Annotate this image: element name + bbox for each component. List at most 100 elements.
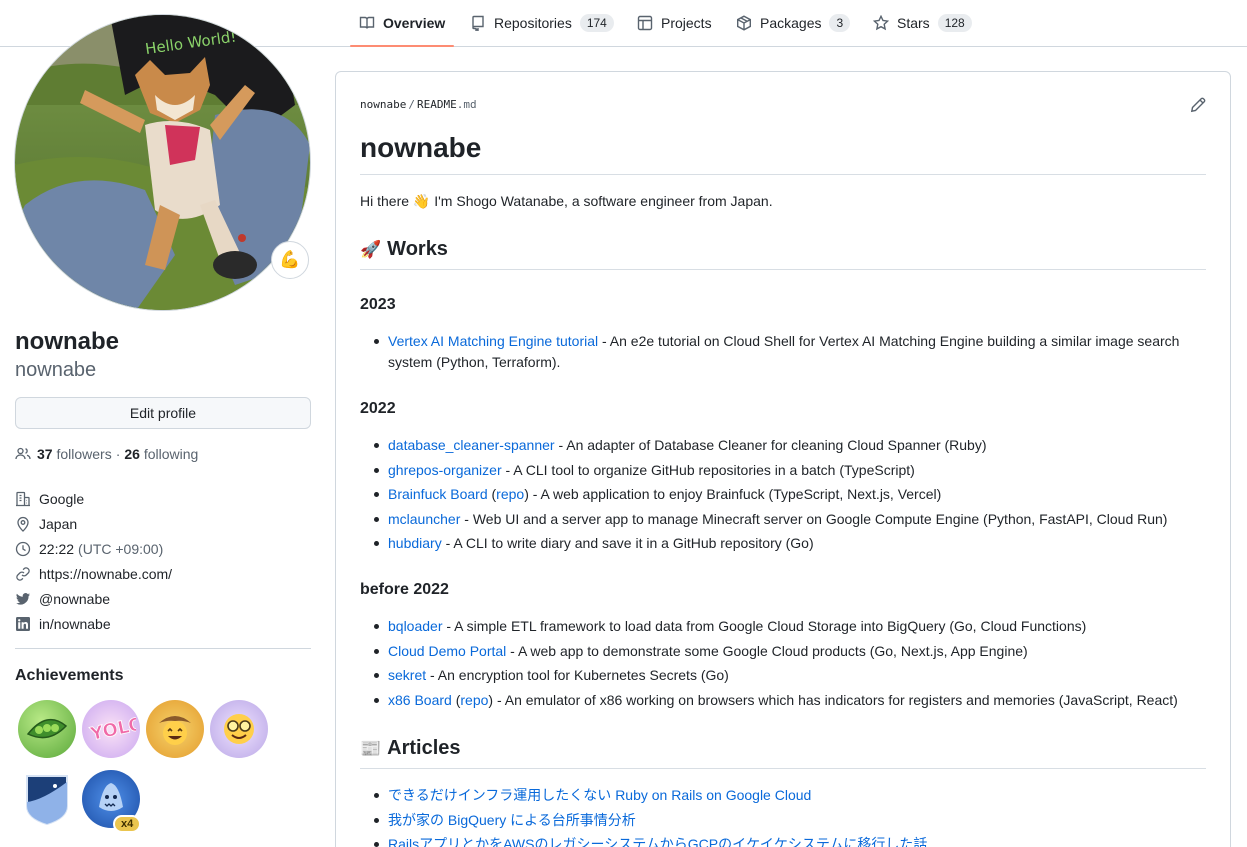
cowboy-face-icon [159,716,191,745]
achievement-yolo[interactable]: YOLO [82,700,140,758]
edit-profile-button[interactable]: Edit profile [15,397,311,429]
works-2022-list: database_cleaner-spanner - An adapter of… [360,435,1206,558]
intro-after: I'm Shogo Watanabe, a software engineer … [430,193,773,209]
article-link[interactable]: 我が家の BigQuery による台所事情分析 [388,812,636,828]
work-link[interactable]: Cloud Demo Portal [388,643,506,659]
sidebar-divider [15,648,311,649]
linkedin-icon [16,616,30,631]
organization-icon [16,491,30,506]
profile-twitter[interactable]: @nownabe [15,586,172,611]
linkedin-link[interactable]: in/nownabe [39,616,111,632]
timezone-text: (UTC +09:00) [78,540,164,557]
profile-website[interactable]: https://nownabe.com/ [15,561,172,586]
work-link[interactable]: x86 Board [388,692,452,708]
followers-link[interactable]: 37 followers [37,446,112,462]
tab-label: Projects [661,15,712,31]
work-link[interactable]: mclauncher [388,511,460,527]
star-icon [873,15,889,31]
works-2023-list: Vertex AI Matching Engine tutorial - An … [360,331,1206,377]
work-link[interactable]: Brainfuck Board [388,486,488,502]
arctic-vault-icon [26,775,68,826]
packages-counter: 3 [829,14,851,32]
readme-path-owner[interactable]: nownabe [360,98,406,111]
tab-repositories[interactable]: Repositories 174 [470,0,614,46]
readme-path-file[interactable]: README [417,98,457,111]
avatar-photo: Hello World! [15,15,310,310]
profile-fullname: nownabe [15,328,120,355]
articles-rule [360,768,1206,769]
list-item: 我が家の BigQuery による台所事情分析 [360,810,1206,831]
set-status-button[interactable]: 💪 [271,241,309,279]
work-link[interactable]: Vertex AI Matching Engine tutorial [388,333,598,349]
work-link[interactable]: bqloader [388,618,443,634]
work-desc: - A CLI to write diary and save it in a … [441,535,814,552]
work-desc: - An adapter of Database Cleaner for cle… [554,437,987,453]
repo-link[interactable]: repo [460,692,488,708]
readme-title: nownabe [360,132,482,163]
work-link[interactable]: database_cleaner-spanner [388,437,555,453]
profile-details: Google Japan 22:22 (UTC +09:00) https://… [15,486,172,636]
year-before-heading: before 2022 [360,581,449,598]
works-heading: 🚀 Works [360,238,448,261]
tab-label: Packages [760,15,822,31]
website-link[interactable]: https://nownabe.com/ [39,566,172,582]
avatar[interactable]: Hello World! [14,14,311,311]
works-before-list: bqloader - A simple ETL framework to loa… [360,616,1206,714]
people-icon [15,447,31,460]
profile-localtime: 22:22 (UTC +09:00) [15,536,172,561]
table-icon [637,15,653,31]
list-item: sekret - An encryption tool for Kubernet… [360,665,1206,686]
edit-readme-button[interactable] [1190,97,1206,113]
profile-location: Japan [15,511,172,536]
rocket-emoji: 🚀 [360,239,382,259]
list-item: Vertex AI Matching Engine tutorial - An … [360,331,1206,373]
work-link[interactable]: ghrepos-organizer [388,462,502,478]
achievement-starstruck[interactable] [146,700,204,758]
profile-username: nownabe [15,359,97,381]
readme-path-sep: / [408,98,415,111]
follow-stats: 37 followers · 26 following [15,446,198,462]
work-desc: - An encryption tool for Kubernetes Secr… [426,667,729,684]
achievement-quickdraw[interactable] [210,700,268,758]
work-link[interactable]: sekret [388,667,426,683]
tab-packages[interactable]: Packages 3 [736,0,851,46]
link-icon [16,566,30,581]
repo-link[interactable]: repo [496,486,524,502]
achievement-pair-extraordinaire[interactable] [18,700,76,758]
readme-intro: Hi there 👋 I'm Shogo Watanabe, a softwar… [360,191,773,211]
works-title: Works [387,238,448,260]
list-item: Brainfuck Board (repo) - A web applicati… [360,484,1206,505]
profile-linkedin[interactable]: in/nownabe [15,611,172,636]
book-icon [359,16,375,29]
year-2023-heading: 2023 [360,296,396,313]
article-link[interactable]: できるだけインフラ運用したくない Ruby on Rails on Google… [388,787,811,803]
work-desc: - Web UI and a server app to manage Mine… [460,510,1168,527]
package-icon [737,15,751,31]
list-item: できるだけインフラ運用したくない Ruby on Rails on Google… [360,785,1206,806]
tab-stars[interactable]: Stars 128 [873,0,972,46]
tab-projects[interactable]: Projects [637,0,712,46]
work-desc: - A web app to demonstrate some Google C… [506,642,1028,659]
work-desc: - A simple ETL framework to load data fr… [442,618,1087,634]
intro-before: Hi there [360,193,413,209]
followers-label: followers [56,446,112,462]
tab-label: Repositories [494,15,572,31]
work-desc: ) - An emulator of x86 working on browse… [488,691,1178,708]
articles-heading: 📰 Articles [360,737,461,760]
work-link[interactable]: hubdiary [388,535,442,551]
following-link[interactable]: 26 following [124,446,198,462]
list-item: hubdiary - A CLI to write diary and save… [360,533,1206,554]
twitter-link[interactable]: @nownabe [39,591,110,607]
following-count: 26 [124,446,140,462]
pencil-icon [1190,97,1206,113]
articles-title: Articles [387,737,461,759]
article-link[interactable]: RailsアプリとかをAWSのレガシーシステムからGCPのイケイケシステムに移行… [388,836,927,847]
pull-shark-multiplier: x4 [113,815,142,833]
achievement-arctic-code-vault[interactable] [18,770,76,828]
follow-separator: · [115,446,121,462]
work-pre: ( [487,486,497,503]
following-label: following [143,446,199,462]
list-item: bqloader - A simple ETL framework to loa… [360,616,1206,637]
repositories-counter: 174 [579,14,614,32]
tab-overview[interactable]: Overview [349,0,455,47]
